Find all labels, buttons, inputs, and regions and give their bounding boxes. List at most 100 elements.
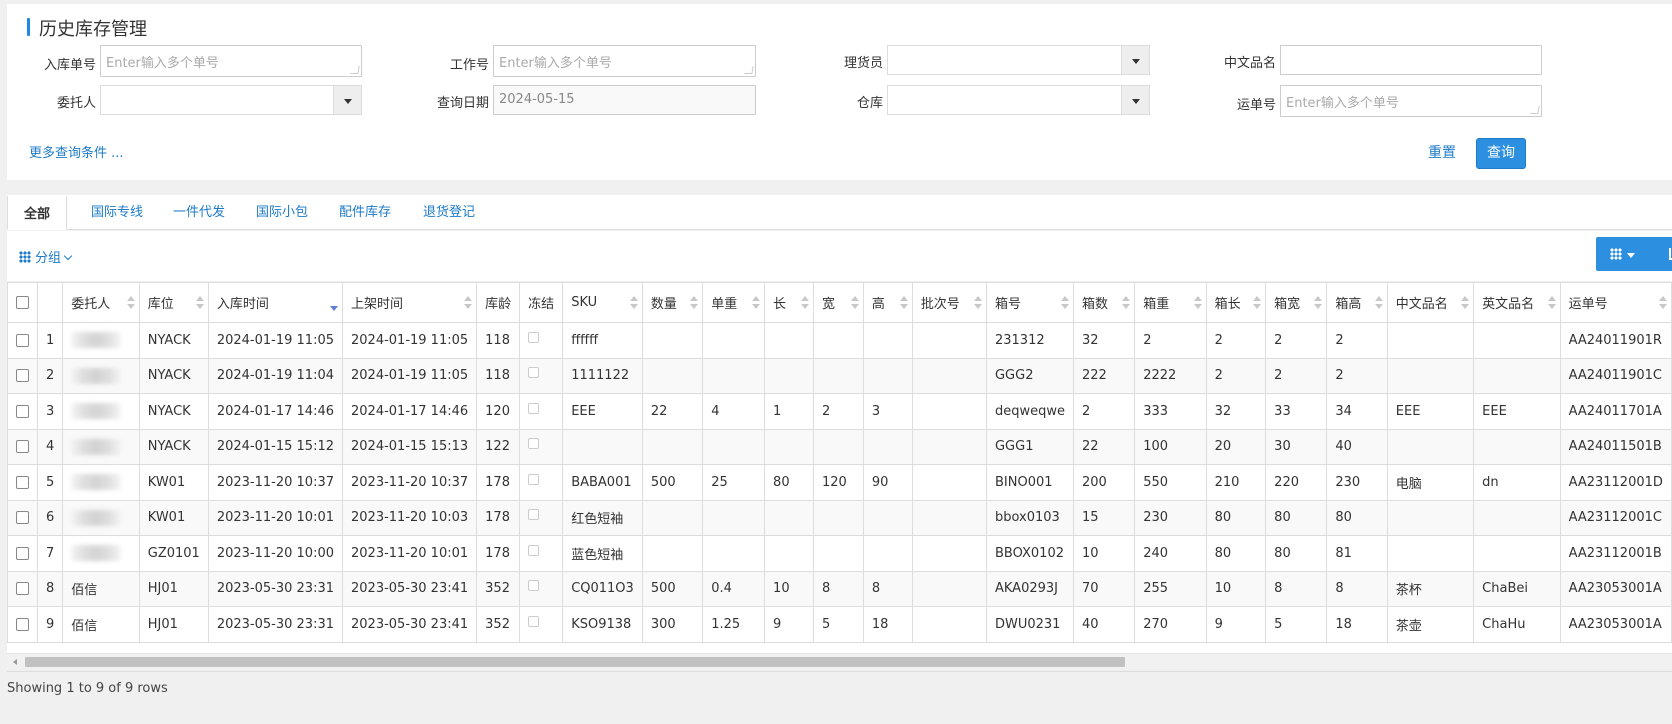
- tab-parts-stock[interactable]: 配件库存: [323, 195, 407, 230]
- row-checkbox[interactable]: [16, 511, 29, 525]
- table-row[interactable]: 1 NYACK 2024-01-19 11:05 2024-01-19 11:05 11…: [7, 322, 1672, 359]
- resize-grip-icon[interactable]: [744, 66, 754, 74]
- row-checkbox[interactable]: [16, 582, 29, 596]
- table-row[interactable]: 5 KW01 2023-11-20 10:37 2023-11-20 10:37 178…: [7, 464, 1672, 501]
- table-row[interactable]: 7 GZ0101 2023-11-20 10:00 2023-11-20 10:01 1…: [7, 535, 1672, 572]
- cell-qty: 500: [641, 570, 704, 607]
- cell-box-weight: 240: [1134, 535, 1207, 572]
- frozen-checkbox[interactable]: [528, 580, 540, 592]
- row-index: 1: [36, 322, 64, 359]
- header-cn-name[interactable]: 中文品名: [1386, 282, 1475, 323]
- header-inbound-time[interactable]: 入库时间: [207, 282, 344, 323]
- more-conditions-link[interactable]: 更多查询条件 ...: [29, 142, 124, 161]
- row-checkbox[interactable]: [16, 333, 29, 347]
- cell-length: [764, 357, 814, 394]
- header-length[interactable]: 长: [764, 282, 814, 323]
- redacted-consignor: [71, 474, 122, 491]
- cell-sku: 红色短袖: [562, 499, 643, 536]
- waybill-input[interactable]: Enter输入多个单号: [1280, 85, 1542, 117]
- row-index: 4: [36, 428, 64, 465]
- header-box-width[interactable]: 箱宽: [1265, 282, 1328, 323]
- row-checkbox[interactable]: [16, 440, 29, 454]
- cell-frozen: [519, 570, 564, 607]
- tab-returns[interactable]: 退货登记: [407, 195, 491, 230]
- inbound-no-input[interactable]: Enter输入多个单号: [100, 45, 362, 77]
- horizontal-scrollbar[interactable]: [7, 653, 1672, 669]
- header-box-height[interactable]: 箱高: [1326, 282, 1388, 323]
- warehouse-select[interactable]: [887, 85, 1150, 115]
- frozen-checkbox[interactable]: [528, 402, 540, 414]
- resize-grip-icon[interactable]: [350, 66, 360, 74]
- sort-icon: [850, 296, 859, 310]
- frozen-checkbox[interactable]: [528, 367, 540, 379]
- query-date-input[interactable]: 2024-05-15: [493, 85, 756, 115]
- tally-select[interactable]: [887, 45, 1150, 75]
- table-row[interactable]: 3 NYACK 2024-01-17 14:46 2024-01-17 14:46 12…: [7, 393, 1672, 430]
- cell-box-length: 20: [1205, 428, 1267, 465]
- work-no-input[interactable]: Enter输入多个单号: [493, 45, 756, 77]
- table-row[interactable]: 6 KW01 2023-11-20 10:01 2023-11-20 10:03 178…: [7, 499, 1672, 536]
- cell-box-width: 33: [1265, 393, 1328, 430]
- consignor-select[interactable]: [100, 85, 362, 115]
- header-unit-weight[interactable]: 单重: [702, 282, 766, 323]
- tally-dropdown-toggle[interactable]: [1121, 46, 1149, 74]
- cell-box-no: 231312: [985, 322, 1075, 359]
- header-box-weight[interactable]: 箱重: [1134, 282, 1207, 323]
- row-checkbox[interactable]: [16, 546, 29, 560]
- search-button[interactable]: 查询: [1476, 138, 1526, 169]
- cell-width: 8: [812, 570, 864, 607]
- cell-consignor: [62, 535, 140, 572]
- frozen-checkbox[interactable]: [528, 544, 540, 556]
- cell-cn-name: [1386, 322, 1475, 359]
- table-row[interactable]: 8 佰信 HJ01 2023-05-30 23:31 2023-05-30 23:41 3…: [7, 570, 1672, 607]
- tab-all[interactable]: 全部: [7, 195, 68, 230]
- reset-button[interactable]: 重置: [1428, 142, 1456, 162]
- cell-batch: [911, 322, 987, 359]
- group-button[interactable]: 分组: [19, 247, 73, 266]
- header-box-count[interactable]: 箱数: [1072, 282, 1136, 323]
- table-row[interactable]: 4 NYACK 2024-01-15 15:12 2024-01-15 15:13 12…: [7, 428, 1672, 465]
- header-sku[interactable]: SKU: [562, 282, 643, 323]
- tab-dropship[interactable]: 一件代发: [157, 195, 241, 230]
- row-checkbox[interactable]: [16, 617, 29, 631]
- cell-qty: 300: [641, 606, 704, 643]
- row-checkbox[interactable]: [16, 369, 29, 383]
- row-index: 7: [36, 535, 64, 572]
- cell-en-name: [1473, 535, 1561, 572]
- frozen-checkbox[interactable]: [528, 438, 540, 450]
- row-checkbox[interactable]: [16, 404, 29, 418]
- frozen-checkbox[interactable]: [528, 509, 540, 521]
- header-waybill[interactable]: 运单号: [1559, 282, 1672, 323]
- frozen-checkbox[interactable]: [528, 473, 540, 485]
- header-en-name[interactable]: 英文品名: [1473, 282, 1561, 323]
- header-box-no[interactable]: 箱号: [985, 282, 1075, 323]
- header-consignor[interactable]: 委托人: [62, 282, 140, 323]
- resize-grip-icon[interactable]: [1530, 106, 1540, 114]
- table-row[interactable]: 2 NYACK 2024-01-19 11:04 2024-01-19 11:05 11…: [7, 357, 1672, 394]
- consignor-dropdown-toggle[interactable]: [333, 86, 361, 114]
- header-location[interactable]: 库位: [138, 282, 209, 323]
- scrollbar-thumb[interactable]: [25, 657, 1125, 667]
- cell-waybill: AA23053001A: [1559, 606, 1672, 643]
- header-qty[interactable]: 数量: [641, 282, 704, 323]
- cn-name-input[interactable]: [1280, 45, 1542, 75]
- columns-toggle-button[interactable]: [1596, 237, 1664, 271]
- cell-waybill: AA24011501B: [1559, 428, 1672, 465]
- scroll-left-icon[interactable]: [13, 659, 17, 665]
- cell-age: 118: [476, 357, 521, 394]
- tab-intl-line[interactable]: 国际专线: [75, 195, 159, 230]
- cell-consignor: [62, 499, 140, 536]
- export-button[interactable]: [1664, 237, 1672, 271]
- row-checkbox[interactable]: [16, 475, 29, 489]
- table-row[interactable]: 9 佰信 HJ01 2023-05-30 23:31 2023-05-30 23:41 3…: [7, 606, 1672, 643]
- header-height[interactable]: 高: [862, 282, 913, 323]
- frozen-checkbox[interactable]: [528, 331, 540, 343]
- header-shelf-time[interactable]: 上架时间: [341, 282, 478, 323]
- header-width[interactable]: 宽: [812, 282, 864, 323]
- tab-intl-parcel[interactable]: 国际小包: [240, 195, 324, 230]
- frozen-checkbox[interactable]: [528, 615, 540, 627]
- warehouse-dropdown-toggle[interactable]: [1121, 86, 1149, 114]
- header-box-length[interactable]: 箱长: [1205, 282, 1267, 323]
- header-batch[interactable]: 批次号: [911, 282, 987, 323]
- select-all-checkbox[interactable]: [16, 296, 29, 309]
